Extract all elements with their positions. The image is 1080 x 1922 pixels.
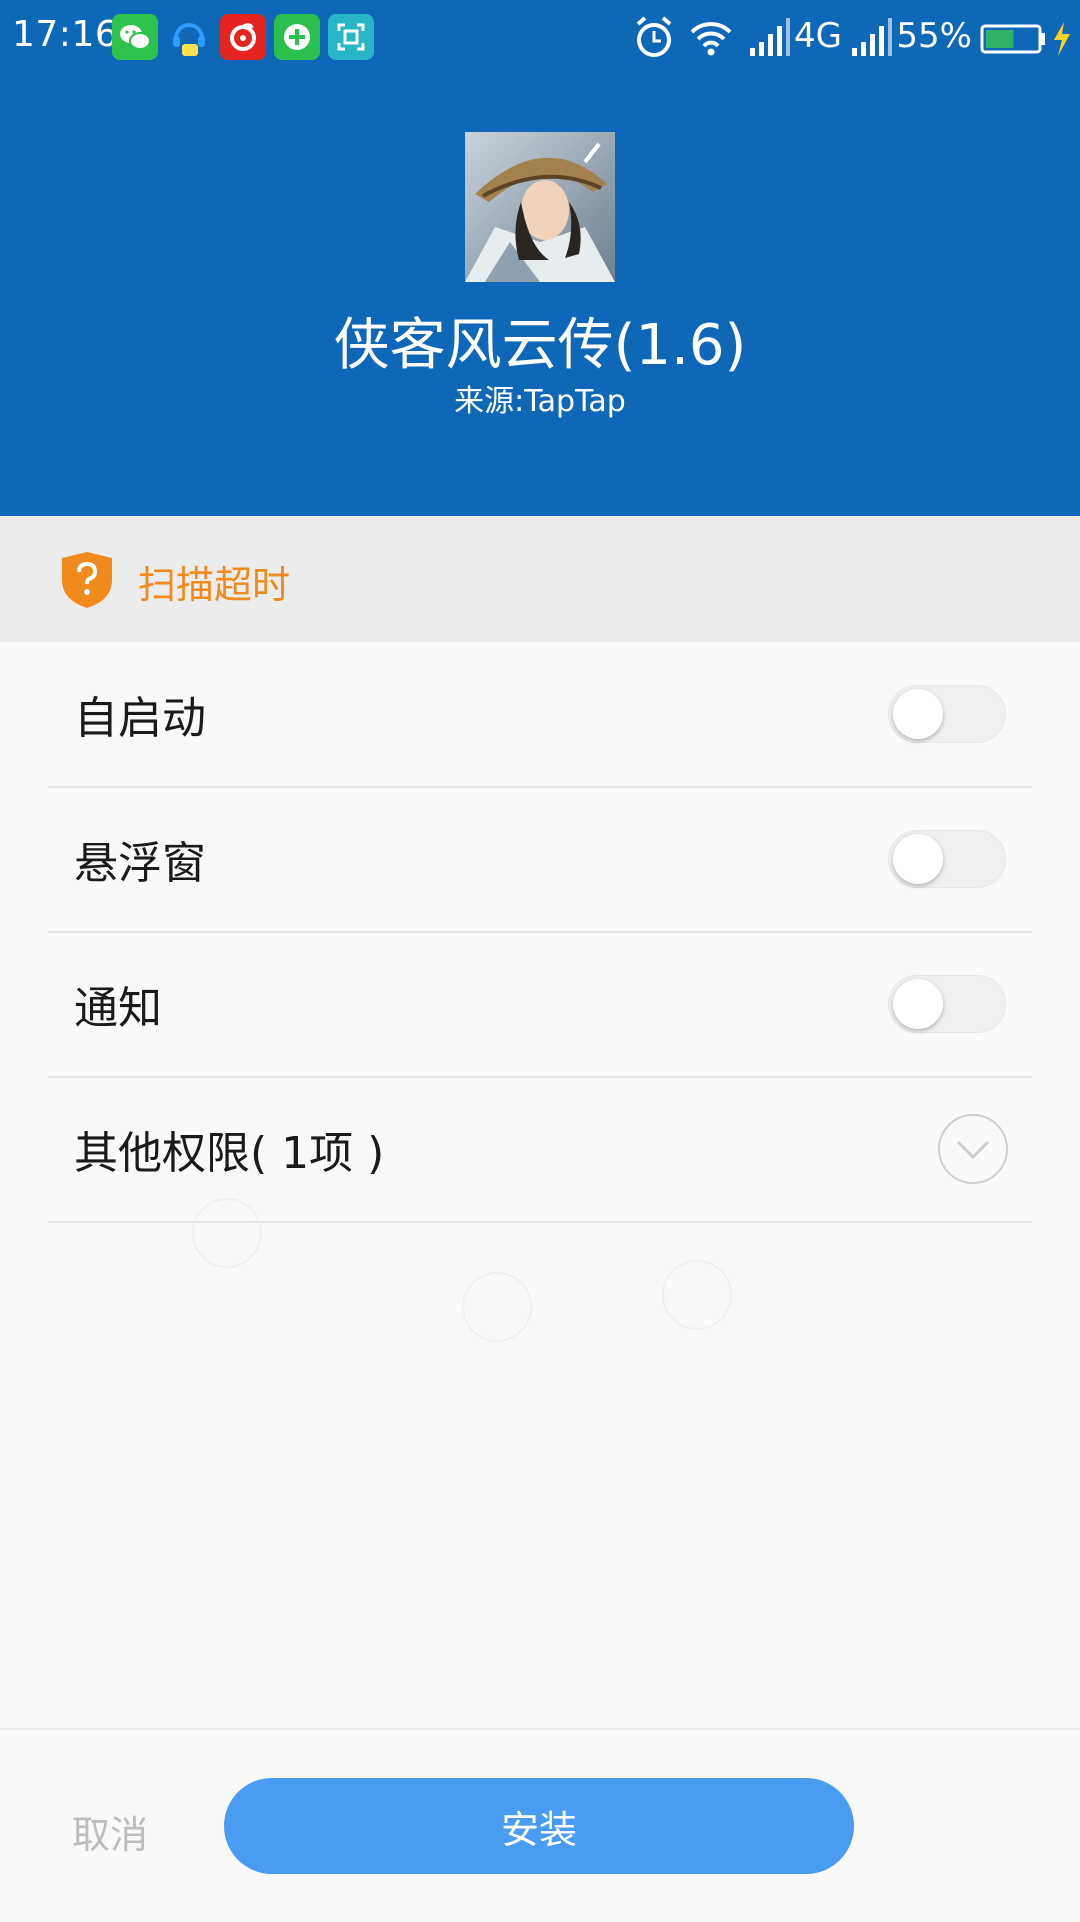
- app-source: 来源:TapTap: [454, 384, 626, 419]
- chevron-down-icon: [956, 1140, 990, 1160]
- permission-label: 自启动: [74, 693, 206, 744]
- status-bar: 17:16 4G 55%: [0, 0, 1080, 76]
- qq-icon: [166, 14, 212, 60]
- wifi-icon: [690, 22, 732, 56]
- bottom-action-bar: 取消 安装: [0, 1728, 1080, 1922]
- expand-button[interactable]: [938, 1114, 1008, 1184]
- app-title: 侠客风云传(1.6): [333, 313, 747, 378]
- toggle-knob: [893, 689, 943, 739]
- permission-label: 通知: [74, 983, 162, 1034]
- other-permissions-label: 其他权限( 1项 ): [74, 1128, 385, 1179]
- signal-icon: [852, 18, 892, 56]
- add-app-icon: [274, 14, 320, 60]
- scan-status-text: 扫描超时: [138, 563, 291, 607]
- permission-label: 悬浮窗: [74, 838, 206, 889]
- touch-ripple: [462, 1272, 532, 1342]
- permission-row-notification: 通知: [48, 932, 1032, 1078]
- permission-row-floating-window: 悬浮窗: [48, 787, 1032, 933]
- autostart-toggle[interactable]: [888, 685, 1006, 743]
- permission-row-autostart: 自启动: [48, 642, 1032, 788]
- wechat-icon: [112, 14, 158, 60]
- touch-ripple: [192, 1198, 262, 1268]
- app-icon: [465, 132, 615, 282]
- toggle-knob: [893, 979, 943, 1029]
- signal-icon: [750, 18, 790, 56]
- battery-icon: [980, 24, 1045, 54]
- cancel-button[interactable]: 取消: [72, 1804, 148, 1859]
- other-permissions-row[interactable]: 其他权限( 1项 ): [48, 1077, 1032, 1223]
- scan-status-bar: 扫描超时: [0, 516, 1080, 642]
- shield-question-icon: [62, 552, 112, 608]
- status-time: 17:16: [12, 14, 119, 55]
- alarm-icon: [636, 16, 672, 57]
- charging-icon: [1054, 22, 1070, 56]
- netease-music-icon: [220, 14, 266, 60]
- app-header: 17:16 4G 55% 侠客风云传(1.6) 来源:TapTap: [0, 0, 1080, 516]
- touch-ripple: [662, 1260, 732, 1330]
- notification-toggle[interactable]: [888, 975, 1006, 1033]
- scan-app-icon: [328, 14, 374, 60]
- battery-percent: 55%: [896, 16, 972, 56]
- install-button[interactable]: 安装: [224, 1778, 854, 1874]
- floating-window-toggle[interactable]: [888, 830, 1006, 888]
- network-type: 4G: [794, 16, 842, 56]
- toggle-knob: [893, 834, 943, 884]
